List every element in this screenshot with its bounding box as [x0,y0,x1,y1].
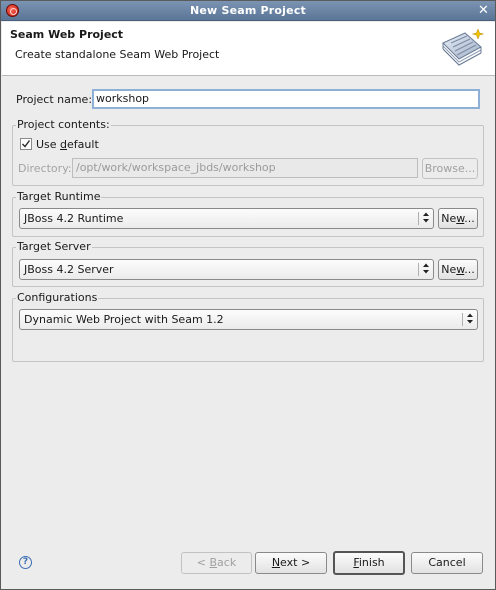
configurations-value: Dynamic Web Project with Seam 1.2 [24,313,224,326]
use-default-checkbox[interactable] [20,138,32,150]
checkmark-icon [22,140,31,148]
configurations-select[interactable]: Dynamic Web Project with Seam 1.2 [19,309,478,330]
seam-wizard-icon [442,28,484,66]
wizard-description: Create standalone Seam Web Project [15,48,220,61]
combo-separator [418,212,419,225]
target-server-group-label: Target Server [16,240,92,253]
updown-arrow-icon [423,263,429,274]
target-server-select[interactable]: JBoss 4.2 Server [19,259,434,280]
target-server-value: JBoss 4.2 Server [24,263,114,276]
title-bar[interactable]: New Seam Project ✕ [1,1,495,21]
directory-input[interactable]: /opt/work/workspace_jbds/workshop [72,158,418,178]
target-runtime-group-label: Target Runtime [16,190,102,203]
use-default-label[interactable]: Use default [36,138,99,151]
project-name-label: Project name: [16,93,93,106]
window-title: New Seam Project [189,4,306,17]
back-button[interactable]: < Back [181,552,252,574]
combo-separator [418,263,419,276]
wizard-heading: Seam Web Project [10,28,124,41]
updown-arrow-icon [423,212,429,223]
updown-arrow-icon [467,313,473,324]
help-icon[interactable]: ? [19,556,32,569]
close-icon[interactable]: ✕ [476,3,491,18]
next-button[interactable]: Next > [255,552,327,574]
wizard-banner: Seam Web Project Create standalone Seam … [2,22,495,76]
finish-button[interactable]: Finish [333,551,405,575]
configurations-group: Configurations [12,291,484,362]
new-server-button[interactable]: New... [438,259,478,280]
configurations-group-label: Configurations [16,291,99,304]
combo-separator [462,313,463,326]
project-name-input[interactable]: workshop [92,89,480,109]
target-runtime-value: JBoss 4.2 Runtime [24,212,124,225]
cancel-button[interactable]: Cancel [411,552,483,574]
browse-button[interactable]: Browse... [422,158,478,179]
target-runtime-select[interactable]: JBoss 4.2 Runtime [19,208,434,229]
new-runtime-button[interactable]: New... [438,208,478,229]
project-contents-group-label: Project contents: [16,118,111,131]
directory-label: Directory: [18,162,72,175]
new-seam-project-dialog: New Seam Project ✕ Seam Web Project Crea… [0,0,496,590]
